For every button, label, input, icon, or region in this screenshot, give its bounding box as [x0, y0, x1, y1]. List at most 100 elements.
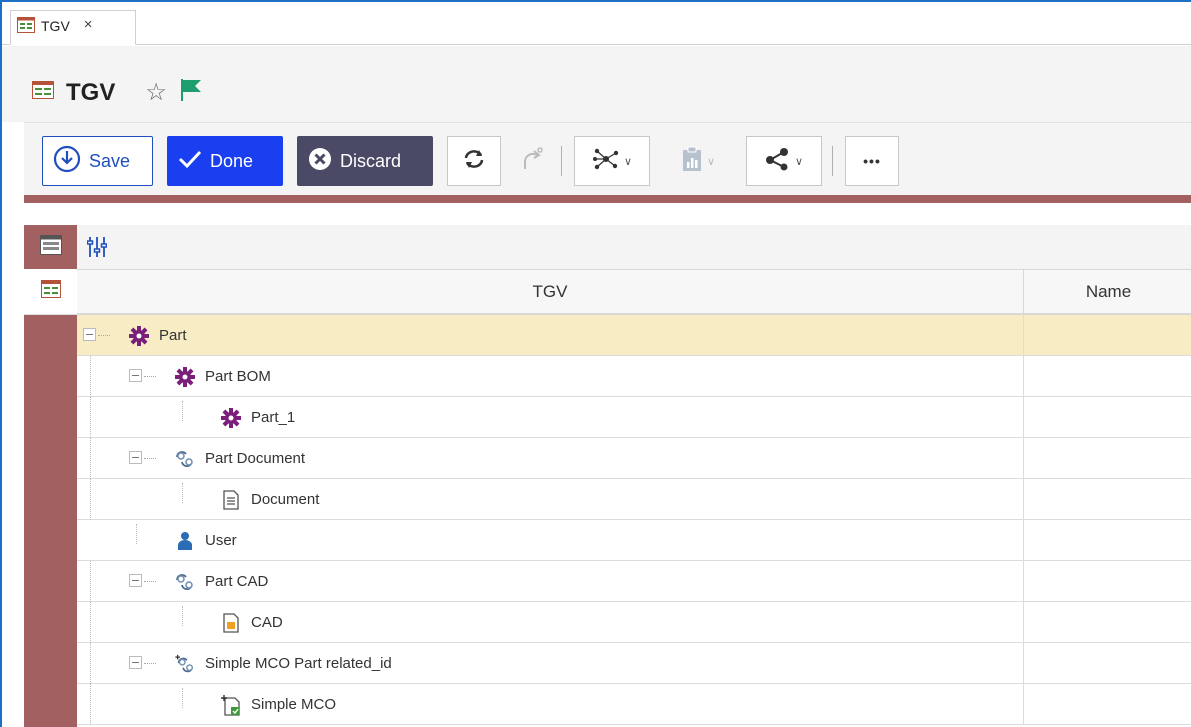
- tree-cell[interactable]: Part Document: [77, 438, 1024, 479]
- relationship-icon: [174, 571, 196, 593]
- tree-cell[interactable]: Simple MCO Part related_id: [77, 643, 1024, 684]
- done-button[interactable]: Done: [167, 136, 283, 186]
- tree-cell[interactable]: Part_1: [77, 397, 1024, 438]
- tree-connector: [90, 438, 91, 479]
- network-menu-button[interactable]: ∨: [574, 136, 650, 186]
- column-header-name[interactable]: Name: [1024, 270, 1191, 313]
- name-cell[interactable]: [1024, 684, 1191, 724]
- close-icon[interactable]: ×: [84, 17, 93, 33]
- report-menu-button[interactable]: ∨: [660, 136, 736, 186]
- name-cell[interactable]: [1024, 356, 1191, 396]
- app-frame: TGV × TGV ☆ Save Done Discard ∨ ∨ ∨ ••• …: [0, 0, 1191, 727]
- save-icon: [53, 145, 81, 178]
- more-button[interactable]: •••: [845, 136, 899, 186]
- table-row[interactable]: Simple MCO Part related_id: [77, 643, 1191, 684]
- tree-grid-view-button[interactable]: [24, 269, 77, 315]
- name-cell[interactable]: [1024, 397, 1191, 437]
- title-area: TGV ☆: [2, 46, 1191, 122]
- chevron-down-icon: ∨: [794, 155, 804, 168]
- tree-connector: [144, 581, 156, 582]
- tab-label: TGV: [41, 18, 70, 34]
- form-icon: [39, 234, 62, 260]
- mco-icon: [220, 694, 242, 716]
- collapse-toggle-icon[interactable]: [129, 369, 142, 382]
- tree-cell[interactable]: User: [77, 520, 1024, 560]
- checkmark-icon: [178, 149, 202, 174]
- tree-connector: [182, 483, 183, 503]
- form-view-button[interactable]: [24, 225, 77, 269]
- name-cell[interactable]: [1024, 643, 1191, 683]
- table-row[interactable]: Document: [77, 479, 1191, 520]
- tree-node-label: Part BOM: [205, 368, 271, 385]
- tree-cell[interactable]: Part CAD: [77, 561, 1024, 602]
- clipboard-chart-icon: [681, 146, 703, 177]
- table-row[interactable]: Part: [77, 315, 1191, 356]
- share-menu-button[interactable]: ∨: [746, 136, 822, 186]
- tree-connector: [182, 606, 183, 626]
- more-icon: •••: [863, 153, 881, 169]
- table-row[interactable]: Part Document: [77, 438, 1191, 479]
- name-cell[interactable]: [1024, 438, 1191, 478]
- name-cell[interactable]: [1024, 479, 1191, 519]
- collapse-toggle-icon[interactable]: [129, 451, 142, 464]
- network-icon: [592, 147, 620, 176]
- table-row[interactable]: Part CAD: [77, 561, 1191, 602]
- gear-icon: [220, 407, 242, 429]
- table-row[interactable]: User: [77, 520, 1191, 561]
- tree-connector: [90, 356, 91, 397]
- chevron-down-icon: ∨: [706, 155, 716, 168]
- user-icon: [174, 530, 196, 552]
- toolbar: Save Done Discard ∨ ∨ ∨ •••: [42, 135, 909, 187]
- tree-cell[interactable]: Simple MCO: [77, 684, 1024, 725]
- tree-node-label: Part Document: [205, 450, 306, 467]
- discard-button[interactable]: Discard: [297, 136, 433, 186]
- name-cell[interactable]: [1024, 520, 1191, 560]
- tree-cell[interactable]: Document: [77, 479, 1024, 520]
- table-row[interactable]: Part_1: [77, 397, 1191, 438]
- tree-node-label: Simple MCO Part related_id: [205, 655, 392, 672]
- tree-connector: [182, 688, 183, 708]
- table-row[interactable]: Part BOM: [77, 356, 1191, 397]
- chevron-down-icon: ∨: [623, 155, 633, 168]
- document-icon: [220, 489, 242, 511]
- tree-connector: [90, 643, 91, 684]
- name-cell[interactable]: [1024, 315, 1191, 355]
- tree-node-label: Part_1: [251, 409, 296, 426]
- tree-connector: [90, 397, 91, 438]
- tree-node-label: CAD: [251, 614, 283, 631]
- tree-cell[interactable]: Part BOM: [77, 356, 1024, 397]
- tree-connector: [90, 684, 91, 725]
- grid-toolbar: [77, 225, 1191, 269]
- refresh-button[interactable]: [447, 136, 501, 186]
- column-header-tgv[interactable]: TGV: [77, 270, 1024, 313]
- toolbar-separator: [832, 146, 833, 176]
- tree-connector: [144, 458, 156, 459]
- tree-cell[interactable]: CAD: [77, 602, 1024, 643]
- name-cell[interactable]: [1024, 561, 1191, 601]
- collapse-toggle-icon[interactable]: [129, 656, 142, 669]
- save-button[interactable]: Save: [42, 136, 153, 186]
- grid-header: TGV Name: [77, 269, 1191, 315]
- table-row[interactable]: CAD: [77, 602, 1191, 643]
- gear-icon: [128, 325, 150, 347]
- tree-cell[interactable]: Part: [77, 315, 1024, 355]
- filter-settings-icon[interactable]: [86, 236, 108, 263]
- tab-tgv[interactable]: TGV ×: [10, 10, 136, 45]
- cad-file-icon: [220, 612, 242, 634]
- tree-grid-icon: [32, 81, 54, 104]
- tree-node-label: Part: [159, 327, 187, 344]
- save-label: Save: [89, 150, 131, 171]
- relationship-icon: [174, 448, 196, 470]
- tree-connector: [90, 602, 91, 643]
- table-row[interactable]: Simple MCO: [77, 684, 1191, 725]
- tree-node-label: Document: [251, 491, 320, 508]
- star-icon[interactable]: ☆: [145, 80, 167, 105]
- collapse-toggle-icon[interactable]: [83, 328, 96, 341]
- name-cell[interactable]: [1024, 602, 1191, 642]
- collapse-toggle-icon[interactable]: [129, 574, 142, 587]
- tree-node-label: Simple MCO: [251, 696, 337, 713]
- mco-relationship-icon: [174, 653, 196, 675]
- redo-button[interactable]: [511, 136, 551, 186]
- flag-icon[interactable]: [179, 78, 203, 107]
- discard-label: Discard: [340, 150, 402, 171]
